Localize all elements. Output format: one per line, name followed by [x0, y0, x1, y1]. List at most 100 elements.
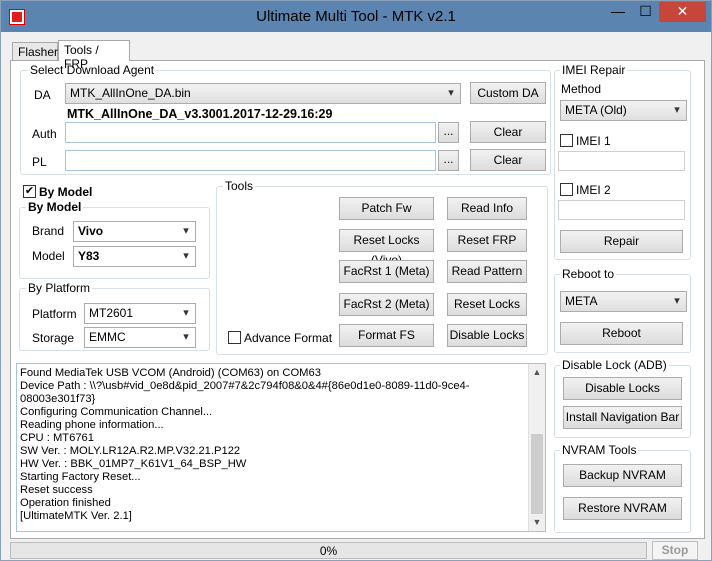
progress-bar: 0% — [10, 542, 647, 559]
log-line: CPU : MT6761 — [20, 432, 94, 444]
log-line: Reading phone information... — [20, 419, 164, 431]
pl-browse-button[interactable]: ... — [438, 150, 459, 171]
scroll-down-icon[interactable]: ▼ — [529, 514, 545, 531]
imei1-checkbox[interactable] — [560, 134, 573, 147]
log-line: Reset success — [20, 484, 93, 496]
reboot-mode-select[interactable]: META ▾ — [560, 291, 687, 312]
reboot-button[interactable]: Reboot — [560, 322, 683, 345]
method-select-value: META (Old) — [565, 103, 627, 117]
log-line: Operation finished — [20, 497, 111, 509]
log-line: Starting Factory Reset... — [20, 471, 141, 483]
model-label: Model — [32, 249, 65, 263]
minimize-button[interactable]: — — [604, 2, 632, 22]
custom-da-button[interactable]: Custom DA — [470, 82, 546, 104]
imei2-label: IMEI 2 — [576, 183, 611, 197]
log-line: [UltimateMTK Ver. 2.1] — [20, 510, 132, 522]
by-model-checkbox[interactable]: ✔ — [23, 185, 36, 198]
pl-file-input[interactable] — [65, 150, 436, 171]
imei1-label: IMEI 1 — [576, 134, 611, 148]
by-platform-group: By Platform Platform MT2601 ▾ Storage EM… — [19, 281, 210, 351]
scroll-thumb[interactable] — [531, 434, 543, 514]
restore-nvram-button[interactable]: Restore NVRAM — [563, 497, 682, 520]
log-scrollbar[interactable]: ▲ ▼ — [528, 364, 545, 531]
da-select-value: MTK_AllInOne_DA.bin — [70, 86, 191, 100]
imei2-checkbox[interactable] — [560, 183, 573, 196]
backup-nvram-button[interactable]: Backup NVRAM — [563, 464, 682, 487]
advance-format-checkbox[interactable] — [228, 331, 241, 344]
reboot-group: Reboot to META ▾ Reboot — [554, 267, 691, 353]
auth-clear-button[interactable]: Clear — [470, 121, 546, 143]
adb-disable-locks-button[interactable]: Disable Locks — [563, 377, 682, 400]
da-version-text: MTK_AllInOne_DA_v3.3001.2017-12-29.16:29 — [67, 107, 333, 121]
reset-locks-button[interactable]: Reset Locks — [447, 293, 527, 316]
imei2-input[interactable] — [558, 200, 685, 220]
facrst-1-meta-button[interactable]: FacRst 1 (Meta) — [339, 260, 434, 283]
tab-flasher[interactable]: Flasher — [12, 42, 58, 60]
log-line: HW Ver. : BBK_01MP7_K61V1_64_BSP_HW — [20, 458, 247, 470]
tab-tools-frp[interactable]: Tools / FRP — [58, 40, 130, 71]
by-model-checkbox-label: By Model — [39, 185, 93, 199]
chevron-down-icon: ▾ — [183, 307, 189, 319]
disable-locks-button[interactable]: Disable Locks — [447, 324, 527, 347]
by-platform-title: By Platform — [26, 281, 93, 295]
facrst-2-meta-button[interactable]: FacRst 2 (Meta) — [339, 293, 434, 316]
chevron-down-icon: ▾ — [674, 104, 680, 116]
imei1-input[interactable] — [558, 151, 685, 171]
storage-select-value: EMMC — [89, 330, 126, 344]
reset-locks-vivo-button[interactable]: Reset Locks (Vivo) — [339, 229, 434, 267]
brand-select[interactable]: Vivo ▾ — [73, 221, 196, 242]
read-info-button[interactable]: Read Info — [447, 197, 527, 220]
chevron-down-icon: ▾ — [183, 250, 189, 262]
model-select[interactable]: Y83 ▾ — [73, 246, 196, 267]
auth-file-input[interactable] — [65, 122, 436, 143]
platform-label: Platform — [32, 307, 77, 321]
download-agent-title: Select Download Agent — [28, 63, 157, 77]
stop-button[interactable]: Stop — [652, 541, 698, 560]
imei-repair-title: IMEI Repair — [560, 63, 628, 77]
platform-select[interactable]: MT2601 ▾ — [84, 303, 196, 324]
chevron-down-icon: ▾ — [183, 225, 189, 237]
brand-label: Brand — [32, 224, 65, 238]
auth-label: Auth — [32, 127, 57, 141]
reset-frp-button[interactable]: Reset FRP — [447, 229, 527, 252]
repair-button[interactable]: Repair — [560, 230, 683, 253]
format-fs-button[interactable]: Format FS — [339, 324, 434, 347]
download-agent-group: Select Download Agent DA MTK_AllInOne_DA… — [20, 63, 551, 175]
by-model-group: By Model Brand Vivo ▾ Model Y83 ▾ — [19, 200, 210, 279]
log-line: Configuring Communication Channel... — [20, 406, 213, 418]
install-navigation-bar-button[interactable]: Install Navigation Bar — [563, 406, 682, 429]
platform-select-value: MT2601 — [89, 306, 134, 320]
reboot-mode-value: META — [565, 294, 598, 308]
progress-text: 0% — [319, 544, 338, 558]
patch-fw-button[interactable]: Patch Fw — [339, 197, 434, 220]
log-line: Found MediaTek USB VCOM (Android) (COM63… — [20, 367, 321, 379]
disable-lock-adb-group: Disable Lock (ADB) Disable Locks Install… — [554, 358, 691, 438]
by-model-title: By Model — [26, 200, 84, 214]
tools-group: Tools Patch Fw Read Info Reset Locks (Vi… — [216, 179, 548, 355]
app-window: Ultimate Multi Tool - MTK v2.1 — ☐ ✕ Fla… — [0, 0, 712, 561]
read-pattern-button[interactable]: Read Pattern — [447, 260, 527, 283]
close-button[interactable]: ✕ — [659, 2, 706, 22]
chevron-down-icon: ▾ — [674, 295, 680, 307]
pl-clear-button[interactable]: Clear — [470, 149, 546, 171]
auth-browse-button[interactable]: ... — [438, 122, 459, 143]
reboot-title: Reboot to — [560, 267, 617, 281]
disable-lock-adb-title: Disable Lock (ADB) — [560, 358, 669, 372]
storage-label: Storage — [32, 331, 75, 345]
maximize-button[interactable]: ☐ — [632, 2, 659, 22]
log-line: SW Ver. : MOLY.LR12A.R2.MP.V32.21.P122 — [20, 445, 241, 457]
title-bar[interactable]: Ultimate Multi Tool - MTK v2.1 — ☐ ✕ — [1, 1, 711, 32]
method-select[interactable]: META (Old) ▾ — [560, 100, 687, 121]
tools-title: Tools — [223, 179, 256, 193]
chevron-down-icon: ▾ — [183, 331, 189, 343]
da-label: DA — [34, 88, 51, 102]
storage-select[interactable]: EMMC ▾ — [84, 327, 196, 348]
nvram-tools-group: NVRAM Tools Backup NVRAM Restore NVRAM — [554, 443, 691, 533]
model-select-value: Y83 — [78, 249, 100, 263]
pl-label: PL — [32, 155, 47, 169]
log-output[interactable]: Found MediaTek USB VCOM (Android) (COM63… — [16, 363, 546, 532]
da-select[interactable]: MTK_AllInOne_DA.bin ▾ — [65, 83, 461, 104]
log-lines: Found MediaTek USB VCOM (Android) (COM63… — [20, 367, 528, 523]
log-line: Device Path : \\?\usb#vid_0e8d&pid_2007#… — [20, 380, 470, 405]
scroll-up-icon[interactable]: ▲ — [529, 364, 545, 381]
